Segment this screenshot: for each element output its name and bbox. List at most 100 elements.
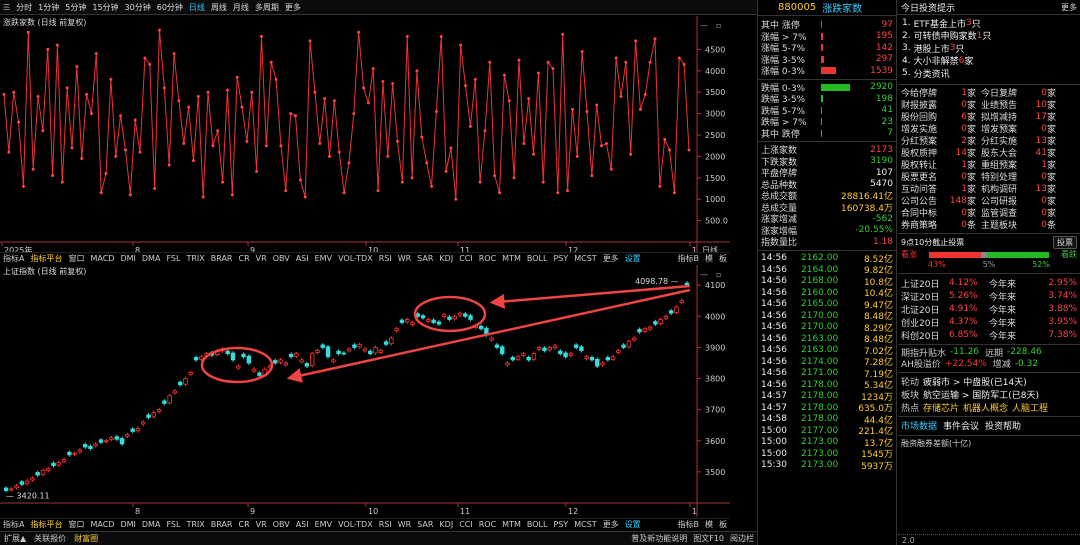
indicator-tab-0[interactable]: 指标A <box>0 253 27 264</box>
indicator-right-tab-1[interactable]: 模 <box>702 253 716 264</box>
indicator-right-tab-2[interactable]: 板 <box>716 253 730 264</box>
indicator-tab-22[interactable]: BOLL <box>524 520 551 529</box>
indicator-tab-23[interactable]: PSY <box>550 254 571 263</box>
indicator-tab-15[interactable]: RSI <box>376 254 395 263</box>
event-label[interactable]: 券商策略 <box>901 218 945 231</box>
rotation-row[interactable]: 轮动 疲弱市 > 中盘股(已14天) <box>898 375 1080 388</box>
indicator-tab-13[interactable]: EMV <box>312 254 335 263</box>
indicator-tab-22[interactable]: BOLL <box>524 254 551 263</box>
vote-down-label[interactable]: 看跌 <box>1049 249 1077 260</box>
indicator-tab-6[interactable]: FSL <box>163 520 183 529</box>
sector-row[interactable]: 板块 航空运输 > 国防军工(已8天) <box>898 388 1080 401</box>
tip-row[interactable]: 2. 可转债申购家数 1 只 <box>902 30 1076 43</box>
indicator-tab-26[interactable]: 设置 <box>622 253 644 264</box>
indicator-tab-10[interactable]: VR <box>253 520 270 529</box>
period-9[interactable]: 多周期 <box>252 2 282 13</box>
indicator-tab-8[interactable]: BRAR <box>208 520 236 529</box>
indicator-tab-24[interactable]: MCST <box>571 520 599 529</box>
indicator-tab-26[interactable]: 设置 <box>622 519 644 530</box>
indicator-tab-20[interactable]: ROC <box>476 520 499 529</box>
indicator-tab-17[interactable]: SAR <box>414 254 436 263</box>
status-right-item-0[interactable]: 普及新功能说明 <box>628 533 690 544</box>
tips-more-link[interactable]: 更多 <box>1061 2 1077 13</box>
indicator-tab-0[interactable]: 指标A <box>0 519 27 530</box>
indicator-tab-11[interactable]: OBV <box>270 520 293 529</box>
indicator-tab-14[interactable]: VOL-TDX <box>335 520 376 529</box>
indicator-tab-5[interactable]: DMA <box>139 254 164 263</box>
period-7[interactable]: 周线 <box>208 2 230 13</box>
indicator-tab-24[interactable]: MCST <box>571 254 599 263</box>
indicator-tab-2[interactable]: 窗口 <box>65 253 87 264</box>
status-right-item-1[interactable]: 图文F10 <box>690 533 727 544</box>
hot-topic[interactable]: 机器人概念 <box>963 401 1008 414</box>
indicator-tab-13[interactable]: EMV <box>312 520 335 529</box>
indicator-tab-20[interactable]: ROC <box>476 254 499 263</box>
info-tab-1[interactable]: 事件会议 <box>943 419 979 432</box>
period-0[interactable]: 分时 <box>13 2 35 13</box>
indicator-tab-23[interactable]: PSY <box>550 520 571 529</box>
vote-button[interactable]: 投票 <box>1053 236 1077 249</box>
indicator-right-tab-0[interactable]: 指标B <box>675 253 703 264</box>
indicator-tab-9[interactable]: CR <box>236 520 253 529</box>
tip-row[interactable]: 4. 大小非解禁 6 家 <box>902 55 1076 68</box>
indicator-tab-15[interactable]: RSI <box>376 520 395 529</box>
status-item-2[interactable]: 财富圈 <box>70 533 102 544</box>
indicator-tab-1[interactable]: 指标平台 <box>27 519 65 530</box>
indicator-tab-3[interactable]: MACD <box>87 254 117 263</box>
indicator-tab-18[interactable]: KDJ <box>436 254 456 263</box>
indicator-tab-12[interactable]: ASI <box>293 254 312 263</box>
indicator-tab-8[interactable]: BRAR <box>208 254 236 263</box>
indicator-right-tab-1[interactable]: 模 <box>702 519 716 530</box>
tip-row[interactable]: 5. 分类资讯 <box>902 67 1076 80</box>
indicator-tab-25[interactable]: 更多 <box>600 253 622 264</box>
indicator-tab-14[interactable]: VOL-TDX <box>335 254 376 263</box>
indicator-tab-2[interactable]: 窗口 <box>65 519 87 530</box>
indicator-right-tab-0[interactable]: 指标B <box>675 519 703 530</box>
period-2[interactable]: 5分钟 <box>62 2 89 13</box>
indicator-tab-17[interactable]: SAR <box>414 520 436 529</box>
indicator-tab-19[interactable]: CCI <box>456 254 476 263</box>
period-3[interactable]: 15分钟 <box>89 2 121 13</box>
indicator-tab-12[interactable]: ASI <box>293 520 312 529</box>
indicator-tab-16[interactable]: WR <box>395 254 414 263</box>
indicator-tab-11[interactable]: OBV <box>270 254 293 263</box>
index-kline-chart[interactable]: 上证指数 (日线 前复权) 4100 4000 3900 3800 3700 3600 35… <box>0 265 730 517</box>
indicator-tab-21[interactable]: MTM <box>499 254 524 263</box>
menu-icon[interactable]: ☰ <box>0 3 13 12</box>
indicator-tab-5[interactable]: DMA <box>139 520 164 529</box>
advance-decline-chart[interactable]: 涨跌家数 (日线 前复权) 4500 4000 3500 3000 2500 2000 15… <box>0 16 730 256</box>
indicator-tab-19[interactable]: CCI <box>456 520 476 529</box>
indicator-tab-9[interactable]: CR <box>236 254 253 263</box>
period-4[interactable]: 30分钟 <box>122 2 154 13</box>
hot-topic[interactable]: 人脑工程 <box>1012 401 1048 414</box>
info-tab-0[interactable]: 市场数据 <box>901 419 937 432</box>
indicator-tab-4[interactable]: DMI <box>117 520 138 529</box>
advance-decline-plot[interactable]: 45004000350030002500200015001000500.0202… <box>0 16 730 256</box>
period-1[interactable]: 1分钟 <box>35 2 62 13</box>
event-label[interactable]: 主题板块 <box>981 218 1025 231</box>
period-5[interactable]: 60分钟 <box>154 2 186 13</box>
indicator-tab-1[interactable]: 指标平台 <box>27 253 65 264</box>
kline-plot[interactable]: 4100 4000 3900 3800 3700 3600 3500 8 9 10 11 12 1 409… <box>0 265 730 517</box>
tip-row[interactable]: 3. 港股上市 3 只 <box>902 42 1076 55</box>
info-tab-2[interactable]: 投资帮助 <box>985 419 1021 432</box>
tick-list[interactable]: 14:56 2162.00 8.52亿 14:56 2164.00 9.82亿 14:56 2… <box>758 253 896 472</box>
indicator-right-tab-2[interactable]: 板 <box>716 519 730 530</box>
indicator-tab-21[interactable]: MTM <box>499 520 524 529</box>
indicator-tab-16[interactable]: WR <box>395 520 414 529</box>
indicator-tab-4[interactable]: DMI <box>117 254 138 263</box>
indicator-tab-3[interactable]: MACD <box>87 520 117 529</box>
indicator-tab-6[interactable]: FSL <box>163 254 183 263</box>
period-10[interactable]: 更多 <box>282 2 304 13</box>
indicator-tab-25[interactable]: 更多 <box>600 519 622 530</box>
indicator-tab-18[interactable]: KDJ <box>436 520 456 529</box>
tip-row[interactable]: 1. ETF基金上市 3 只 <box>902 17 1076 30</box>
indicator-tab-10[interactable]: VR <box>253 254 270 263</box>
status-right-item-2[interactable]: 阅边栏 <box>727 533 757 544</box>
period-8[interactable]: 月线 <box>230 2 252 13</box>
hot-topic[interactable]: 存储芯片 <box>923 401 959 414</box>
indicator-tab-7[interactable]: TRIX <box>183 254 207 263</box>
status-item-0[interactable]: 扩展▲ <box>0 533 30 544</box>
period-6[interactable]: 日线 <box>186 2 208 13</box>
indicator-tab-7[interactable]: TRIX <box>183 520 207 529</box>
